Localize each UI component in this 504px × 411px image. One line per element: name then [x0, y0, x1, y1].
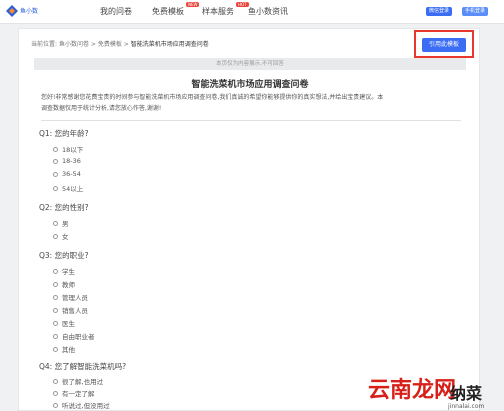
option[interactable]: 女	[53, 231, 69, 241]
option[interactable]: 医生	[53, 318, 75, 328]
breadcrumb-sep: >	[123, 41, 129, 48]
breadcrumb-current: 智能洗菜机市场应用调查问卷	[130, 41, 209, 48]
breadcrumb-prefix: 当前位置:	[31, 41, 58, 48]
survey-title: 智能洗菜机市场应用调查问卷	[191, 80, 309, 90]
option[interactable]: 听说过,但没用过	[53, 400, 110, 410]
radio-icon[interactable]	[53, 220, 58, 226]
radio-icon[interactable]	[53, 185, 58, 191]
intro-line: 调查数据仅用于统计分析,请您放心作答,谢谢!	[41, 105, 162, 112]
option[interactable]: 学生	[53, 266, 75, 276]
survey-card: 当前位置: 鱼小数问卷 > 免费模板 > 智能洗菜机市场应用调查问卷 引用此模板…	[18, 28, 480, 411]
question-4: Q4: 您了解智能洗菜机吗?	[39, 362, 127, 371]
radio-icon[interactable]	[53, 146, 58, 152]
readonly-notice: 本页仅为内容展示,不可回答	[34, 58, 466, 70]
logo-icon	[6, 5, 18, 17]
option[interactable]: 18以下	[53, 144, 83, 154]
option[interactable]: 54以上	[53, 183, 83, 193]
nav-my-surveys[interactable]: 我的问卷	[100, 6, 132, 17]
breadcrumb-templates[interactable]: 免费模板	[98, 41, 122, 48]
question-2: Q2: 您的性别?	[39, 203, 89, 212]
option[interactable]: 男	[53, 218, 69, 228]
option[interactable]: 自由职业者	[53, 331, 95, 341]
survey-intro: 您好!非常感谢您花费宝贵的时间参与智能洗菜机市场应用调查问卷,我们真诚的希望你能…	[41, 92, 461, 114]
radio-icon[interactable]	[53, 281, 58, 287]
watermark-brand: 云南龙网	[368, 377, 457, 403]
option[interactable]: 教师	[53, 279, 75, 289]
radio-icon[interactable]	[53, 307, 58, 313]
option[interactable]: 销售人员	[53, 305, 88, 315]
radio-icon[interactable]	[53, 320, 58, 326]
phone-login-button[interactable]: 手机登录	[462, 7, 489, 16]
radio-icon[interactable]	[53, 378, 58, 384]
divider	[41, 120, 461, 121]
site-logo[interactable]: 鱼小数	[6, 4, 46, 20]
highlight-frame: 引用此模板	[414, 30, 474, 58]
watermark-url: jinnalai.com	[448, 403, 485, 410]
nav-free-templates[interactable]: 免费模板	[152, 6, 184, 17]
option[interactable]: 18-36	[53, 157, 81, 165]
radio-icon[interactable]	[53, 158, 58, 164]
breadcrumb-home[interactable]: 鱼小数问卷	[59, 41, 89, 48]
watermark-mark: 纳菜	[450, 384, 483, 403]
wechat-login-button[interactable]: 微信登录	[426, 7, 453, 16]
question-1: Q1: 您的年龄?	[39, 129, 89, 138]
question-3: Q3: 您的职业?	[39, 251, 89, 260]
top-navigation-bar: 鱼小数 我的问卷 免费模板 NEW 样本服务 HOT 鱼小数资讯 微信登录 手机…	[0, 0, 504, 24]
hot-badge: HOT	[236, 2, 249, 7]
radio-icon[interactable]	[53, 268, 58, 274]
radio-icon[interactable]	[53, 233, 58, 239]
use-template-button[interactable]: 引用此模板	[422, 38, 466, 52]
nav-sample-service[interactable]: 样本服务	[202, 6, 234, 17]
option[interactable]: 有一定了解	[53, 388, 95, 398]
radio-icon[interactable]	[53, 171, 58, 177]
radio-icon[interactable]	[53, 390, 58, 396]
intro-line: 您好!非常感谢您花费宝贵的时间参与智能洗菜机市场应用调查问卷,我们真诚的希望你能…	[41, 94, 384, 101]
breadcrumb: 当前位置: 鱼小数问卷 > 免费模板 > 智能洗菜机市场应用调查问卷	[31, 39, 209, 48]
option[interactable]: 管理人员	[53, 292, 88, 302]
watermark: 云南龙网 纳菜 jinnalai.com	[360, 372, 504, 411]
nav-news[interactable]: 鱼小数资讯	[248, 6, 288, 17]
radio-icon[interactable]	[53, 294, 58, 300]
option[interactable]: 其他	[53, 344, 75, 354]
breadcrumb-sep: >	[90, 41, 96, 48]
logo-text: 鱼小数	[20, 8, 39, 15]
radio-icon[interactable]	[53, 402, 58, 408]
radio-icon[interactable]	[53, 346, 58, 352]
radio-icon[interactable]	[53, 333, 58, 339]
option[interactable]: 36-54	[53, 170, 81, 178]
new-badge: NEW	[186, 2, 200, 7]
option[interactable]: 很了解,也用过	[53, 376, 103, 386]
